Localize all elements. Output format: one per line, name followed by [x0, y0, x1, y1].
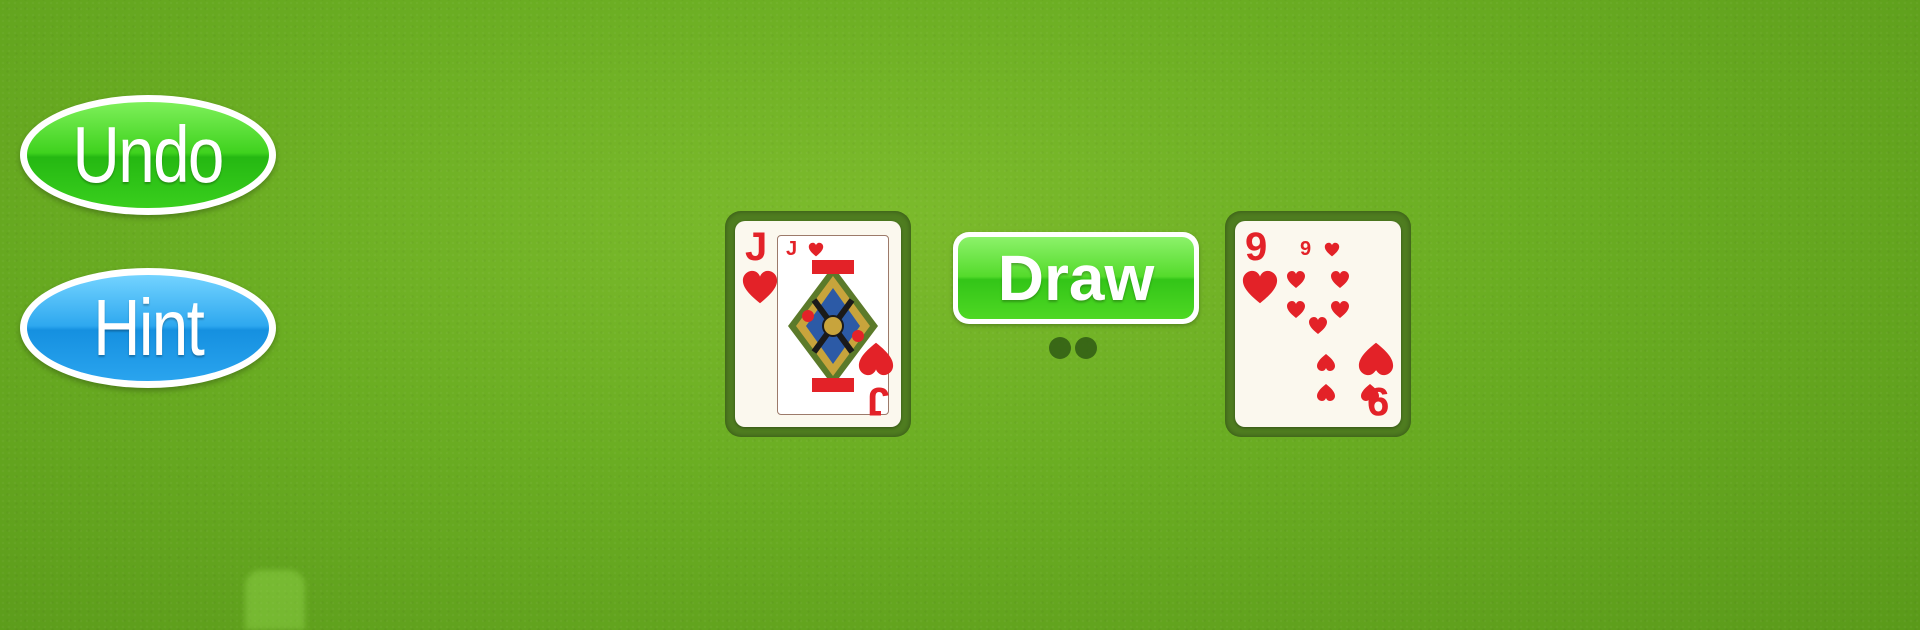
- foundation-pile: 9 9 9: [1225, 211, 1411, 437]
- stock-dot: [1075, 337, 1097, 359]
- waste-pile: J J J: [725, 211, 911, 437]
- mini-rank: 9: [1300, 238, 1312, 260]
- stock-indicator: [1049, 337, 1097, 359]
- card-rank: J: [745, 225, 768, 269]
- heart-icon: [858, 342, 894, 376]
- heart-icon: [742, 270, 778, 304]
- draw-label: Draw: [997, 242, 1155, 314]
- hint-label: Hint: [92, 283, 205, 372]
- card-rank: 9: [1245, 225, 1268, 269]
- heart-icon: [808, 242, 824, 257]
- jack-of-hearts-card[interactable]: J J J: [735, 221, 901, 427]
- undo-label: Undo: [72, 110, 225, 199]
- heart-icon: [1324, 242, 1340, 257]
- heart-icon: [1242, 270, 1278, 304]
- card-rank-inverted: 9: [1366, 379, 1389, 423]
- draw-button[interactable]: Draw: [953, 232, 1199, 324]
- hint-button[interactable]: Hint: [20, 268, 276, 388]
- mini-rank: J: [786, 238, 798, 260]
- undo-button[interactable]: Undo: [20, 95, 276, 215]
- stock-dot: [1049, 337, 1071, 359]
- corner-highlight: [245, 570, 305, 630]
- card-rank-inverted: J: [866, 379, 889, 423]
- heart-icon: [1358, 342, 1394, 376]
- nine-of-hearts-card[interactable]: 9 9 9: [1235, 221, 1401, 427]
